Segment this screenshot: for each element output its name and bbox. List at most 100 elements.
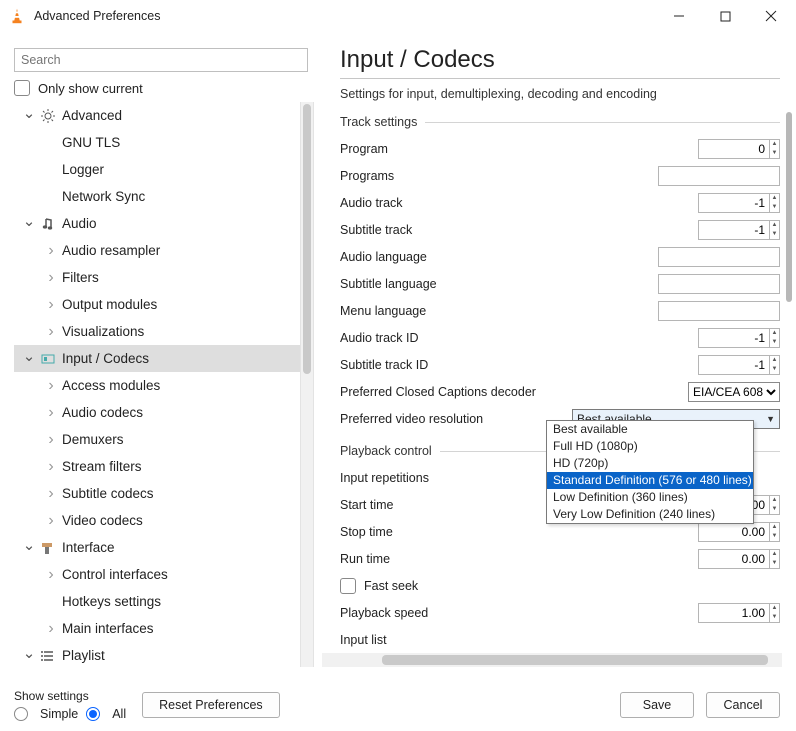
stop-time-spinner[interactable]: ▲▼	[770, 522, 780, 542]
tree-category[interactable]: ⌄Input / Codecs	[14, 345, 314, 372]
playback-speed-spinner[interactable]: ▲▼	[770, 603, 780, 623]
subtitle-track-spinner[interactable]: ▲▼	[770, 220, 780, 240]
gear-icon	[38, 108, 58, 124]
tree-item-label: Logger	[62, 162, 104, 177]
playback-speed-input[interactable]	[698, 603, 770, 623]
tree-category[interactable]: ⌄Advanced	[14, 102, 314, 129]
save-button[interactable]: Save	[620, 692, 694, 718]
minimize-button[interactable]	[656, 0, 702, 32]
tree-scrollbar[interactable]	[300, 102, 314, 667]
dropdown-option[interactable]: Low Definition (360 lines)	[547, 489, 753, 506]
subtitle-track-id-input[interactable]	[698, 355, 770, 375]
audio-track-spinner[interactable]: ▲▼	[770, 193, 780, 213]
tree-category[interactable]: ⌄ Playlist	[14, 642, 314, 667]
section-track-settings: Track settings	[340, 115, 780, 129]
tree-item[interactable]: ›Subtitle codecs	[14, 480, 314, 507]
tree-item-label: Control interfaces	[62, 567, 168, 582]
stop-time-input[interactable]	[698, 522, 770, 542]
chevron-down-icon: ⌄	[20, 212, 38, 230]
tree-item[interactable]: ›Visualizations	[14, 318, 314, 345]
tree-item[interactable]: ›Stream filters	[14, 453, 314, 480]
chevron-right-icon: ›	[42, 296, 60, 314]
cc-decoder-label: Preferred Closed Captions decoder	[340, 385, 688, 399]
tree-category[interactable]: ⌄Interface	[14, 534, 314, 561]
all-radio[interactable]	[86, 707, 100, 721]
search-input[interactable]	[14, 48, 308, 72]
audio-language-label: Audio language	[340, 250, 658, 264]
chevron-right-icon: ›	[42, 458, 60, 476]
list-icon	[38, 648, 58, 664]
tree-item[interactable]: ›Access modules	[14, 372, 314, 399]
tree-category[interactable]: ⌄Audio	[14, 210, 314, 237]
tree-item[interactable]: ›Audio resampler	[14, 237, 314, 264]
tree-item-label: Audio resampler	[62, 243, 160, 258]
tree-item-label: GNU TLS	[62, 135, 120, 150]
cancel-button[interactable]: Cancel	[706, 692, 780, 718]
close-button[interactable]	[748, 0, 794, 32]
programs-input[interactable]	[658, 166, 780, 186]
program-input[interactable]	[698, 139, 770, 159]
tree-item[interactable]: Network Sync	[14, 183, 314, 210]
only-show-current-checkbox[interactable]	[14, 80, 30, 96]
tree-item-label: Audio codecs	[62, 405, 143, 420]
subtitle-track-input[interactable]	[698, 220, 770, 240]
preferences-tree[interactable]: ⌄AdvancedGNU TLSLoggerNetwork Sync⌄Audio…	[14, 102, 314, 667]
brush-icon	[38, 540, 58, 556]
vlc-cone-icon	[8, 7, 26, 25]
all-label: All	[112, 707, 126, 721]
chevron-right-icon: ›	[42, 269, 60, 287]
dropdown-option[interactable]: Best available	[547, 421, 753, 438]
stop-time-label: Stop time	[340, 525, 698, 539]
divider	[340, 78, 780, 79]
tree-item[interactable]: ›Output modules	[14, 291, 314, 318]
tree-item[interactable]: Hotkeys settings	[14, 588, 314, 615]
tree-item[interactable]: GNU TLS	[14, 129, 314, 156]
tree-item[interactable]: ›Filters	[14, 264, 314, 291]
panel-scrollbar[interactable]	[786, 112, 792, 302]
audio-track-input[interactable]	[698, 193, 770, 213]
tree-item[interactable]: ›Audio codecs	[14, 399, 314, 426]
window-title: Advanced Preferences	[34, 9, 160, 23]
chevron-down-icon: ⌄	[20, 644, 38, 662]
page-title: Input / Codecs	[340, 46, 780, 74]
run-time-spinner[interactable]: ▲▼	[770, 549, 780, 569]
tree-item-label: Access modules	[62, 378, 160, 393]
subtitle-language-input[interactable]	[658, 274, 780, 294]
start-time-spinner[interactable]: ▲▼	[770, 495, 780, 515]
codec-icon	[38, 351, 58, 367]
show-settings-label: Show settings	[14, 689, 126, 703]
tree-item-label: Main interfaces	[62, 621, 154, 636]
reset-preferences-button[interactable]: Reset Preferences	[142, 692, 280, 718]
tree-item-label: Subtitle codecs	[62, 486, 154, 501]
tree-item[interactable]: ›Video codecs	[14, 507, 314, 534]
cc-decoder-select[interactable]: EIA/CEA 608	[688, 382, 780, 402]
run-time-label: Run time	[340, 552, 698, 566]
dropdown-option[interactable]: Very Low Definition (240 lines)	[547, 506, 753, 523]
audio-language-input[interactable]	[658, 247, 780, 267]
programs-label: Programs	[340, 169, 658, 183]
subtitle-track-id-spinner[interactable]: ▲▼	[770, 355, 780, 375]
tree-item[interactable]: Logger	[14, 156, 314, 183]
page-subtitle: Settings for input, demultiplexing, deco…	[340, 87, 780, 101]
only-show-current-label: Only show current	[38, 81, 143, 96]
video-res-dropdown[interactable]: Best availableFull HD (1080p)HD (720p)St…	[546, 420, 754, 524]
menu-language-input[interactable]	[658, 301, 780, 321]
fast-seek-checkbox[interactable]	[340, 578, 356, 594]
tree-item-label: Playlist	[62, 648, 105, 663]
dropdown-option[interactable]: Standard Definition (576 or 480 lines)	[547, 472, 753, 489]
panel-h-scrollbar[interactable]	[322, 653, 782, 667]
maximize-button[interactable]	[702, 0, 748, 32]
tree-item[interactable]: ›Demuxers	[14, 426, 314, 453]
run-time-input[interactable]	[698, 549, 770, 569]
audio-track-id-input[interactable]	[698, 328, 770, 348]
tree-item[interactable]: ›Control interfaces	[14, 561, 314, 588]
dropdown-option[interactable]: HD (720p)	[547, 455, 753, 472]
chevron-down-icon: ⌄	[20, 347, 38, 365]
audio-track-id-spinner[interactable]: ▲▼	[770, 328, 780, 348]
program-spinner[interactable]: ▲▼	[770, 139, 780, 159]
chevron-right-icon: ›	[42, 566, 60, 584]
dropdown-option[interactable]: Full HD (1080p)	[547, 438, 753, 455]
tree-item-label: Video codecs	[62, 513, 143, 528]
simple-radio[interactable]	[14, 707, 28, 721]
tree-item[interactable]: ›Main interfaces	[14, 615, 314, 642]
